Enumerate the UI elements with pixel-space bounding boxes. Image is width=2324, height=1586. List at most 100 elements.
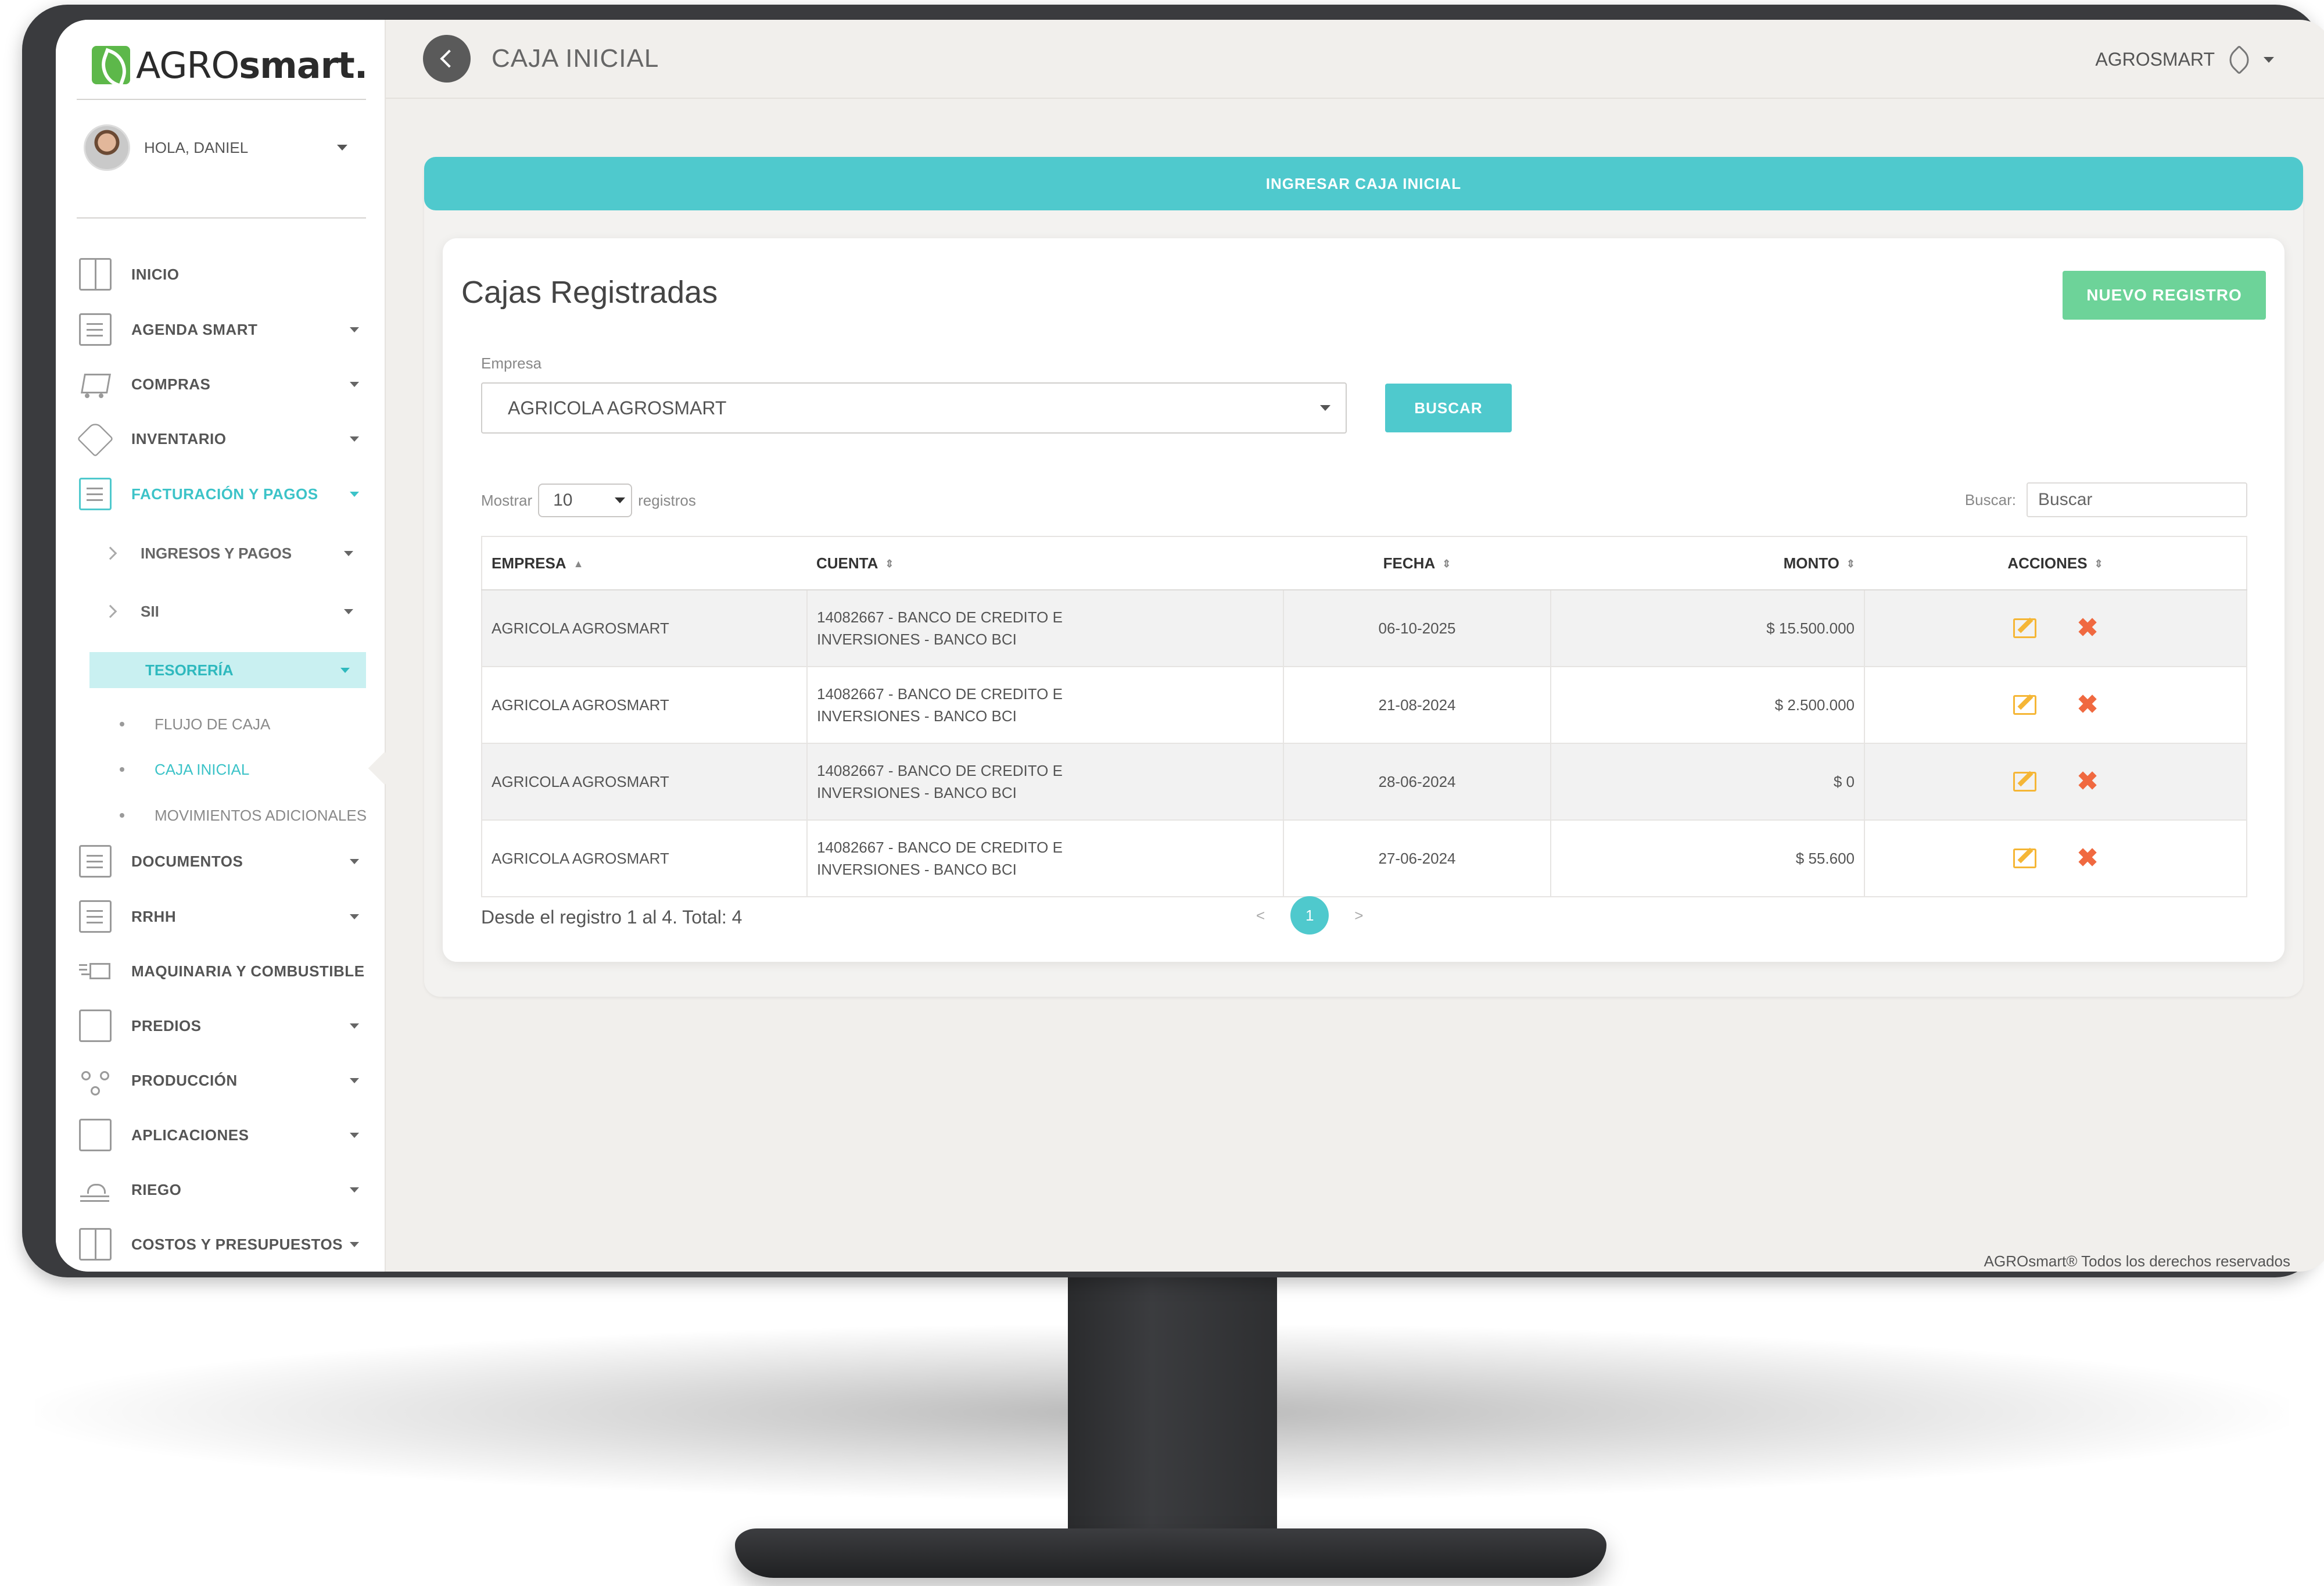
leaf-logo-icon	[92, 46, 130, 84]
chevron-down-icon	[344, 608, 353, 614]
sidebar-leaf-caja-inicial[interactable]: CAJA INICIAL	[120, 757, 249, 782]
chevron-down-icon	[350, 1132, 359, 1138]
sidebar-divider	[77, 99, 366, 100]
cart-icon	[79, 368, 112, 400]
chevron-down-icon	[350, 1077, 359, 1083]
cell-monto: $ 55.600	[1551, 820, 1865, 897]
topbar: CAJA INICIAL AGROSMART	[386, 20, 2324, 99]
pagination-prev[interactable]: <	[1256, 907, 1265, 925]
sidebar-item-compras[interactable]: COMPRAS	[79, 367, 370, 402]
ingresar-caja-inicial-button[interactable]: INGRESAR CAJA INICIAL	[424, 157, 2303, 210]
delete-icon[interactable]: ✖	[2077, 692, 2099, 718]
sidebar-item-maquinaria-y-combustible[interactable]: MAQUINARIA Y COMBUSTIBLE	[79, 954, 370, 989]
table-row: AGRICOLA AGROSMART 14082667 - BANCO DE C…	[482, 743, 2247, 821]
sidebar-item-label: DOCUMENTOS	[131, 852, 243, 870]
delete-icon[interactable]: ✖	[2077, 769, 2099, 794]
page-length-select[interactable]: 10	[538, 484, 633, 517]
sidebar-item-costos-y-presupuestos[interactable]: COSTOS Y PRESUPUESTOS	[79, 1227, 370, 1262]
pagination-page[interactable]: 1	[1290, 896, 1329, 935]
ruler-icon	[79, 1228, 112, 1261]
buscar-button[interactable]: BUSCAR	[1385, 384, 1512, 432]
sidebar-leaf-flujo-de-caja[interactable]: FLUJO DE CAJA	[120, 711, 270, 737]
column-header-cuenta[interactable]: CUENTA ⇕	[807, 536, 1283, 590]
chevron-down-icon	[344, 550, 353, 556]
sidebar-item-label: COMPRAS	[131, 375, 211, 393]
column-header-fecha[interactable]: FECHA ⇕	[1283, 536, 1551, 590]
chevron-down-icon	[350, 1187, 359, 1193]
avatar	[84, 124, 130, 171]
chevron-down-icon	[1320, 405, 1330, 411]
chevron-down-icon	[350, 381, 359, 387]
sidebar-item-inventario[interactable]: INVENTARIO	[77, 420, 370, 457]
search-input[interactable]	[2027, 482, 2247, 517]
sidebar-item-aplicaciones[interactable]: APLICACIONES	[79, 1118, 370, 1152]
empresa-select[interactable]: AGRICOLA AGROSMART	[481, 382, 1347, 434]
column-header-empresa[interactable]: EMPRESA ▲	[482, 536, 807, 590]
sidebar-item-label: FACTURACIÓN Y PAGOS	[131, 485, 318, 503]
sidebar-subitem-tesoreria[interactable]: TESORERÍA	[89, 652, 366, 688]
records-label: registros	[638, 491, 696, 509]
nuevo-registro-button[interactable]: NUEVO REGISTRO	[2063, 271, 2266, 320]
sidebar-item-agenda-smart[interactable]: AGENDA SMART	[79, 312, 370, 347]
delete-icon[interactable]: ✖	[2077, 615, 2099, 641]
monitor-stand-base	[735, 1528, 1606, 1578]
sidebar-item-rrhh[interactable]: RRHH	[79, 899, 370, 934]
edit-icon[interactable]	[2013, 618, 2036, 638]
delete-icon[interactable]: ✖	[2077, 846, 2099, 871]
sidebar-leaf-movimientos-adicionales[interactable]: MOVIMIENTOS ADICIONALES	[120, 803, 367, 828]
table-header-row: EMPRESA ▲ CUENTA ⇕ FECHA ⇕ MONTO ⇕ ACCIONES ⇕	[482, 536, 2247, 590]
back-button[interactable]	[423, 35, 471, 83]
cell-acciones: ✖	[1864, 590, 2247, 667]
map-icon	[79, 1009, 112, 1042]
sidebar-item-riego[interactable]: RIEGO	[79, 1172, 370, 1207]
sidebar-subitem-ingresos-y-pagos[interactable]: INGRESOS Y PAGOS	[102, 537, 370, 570]
truck-icon	[79, 955, 112, 987]
sidebar-item-label: INVENTARIO	[131, 429, 227, 447]
sidebar-subitem-label: SII	[141, 602, 159, 620]
cajas-table: EMPRESA ▲ CUENTA ⇕ FECHA ⇕ MONTO ⇕ ACCIONES ⇕…	[481, 536, 2247, 897]
cajas-registradas-card: Cajas Registradas NUEVO REGISTRO Empresa…	[443, 238, 2284, 962]
cell-empresa: AGRICOLA AGROSMART	[482, 743, 808, 821]
cell-cuenta: 14082667 - BANCO DE CREDITO E INVERSIONES…	[807, 590, 1284, 667]
edit-icon[interactable]	[2013, 849, 2036, 868]
card-title: Cajas Registradas	[461, 275, 718, 310]
sidebar-item-label: AGENDA SMART	[131, 320, 258, 338]
id-card-icon	[79, 900, 112, 933]
chevron-down-icon	[350, 327, 359, 332]
sidebar-item-inicio[interactable]: INICIO	[79, 257, 370, 292]
agrosmart-logo[interactable]: AGROsmart.	[92, 42, 368, 88]
sidebar-item-predios[interactable]: PREDIOS	[79, 1008, 370, 1043]
sidebar-item-label: COSTOS Y PRESUPUESTOS	[131, 1235, 343, 1253]
sidebar-item-produccion[interactable]: PRODUCCIÓN	[79, 1063, 370, 1098]
page-length-control: Mostrar 10 registros	[481, 484, 696, 517]
account-menu[interactable]: AGROSMART	[2095, 45, 2274, 74]
logo-text: AGROsmart.	[136, 44, 368, 87]
chevron-right-icon	[103, 546, 117, 560]
network-icon	[79, 1064, 112, 1097]
chevron-right-icon	[103, 604, 117, 618]
cell-fecha: 28-06-2024	[1283, 743, 1551, 821]
sidebar-item-documentos[interactable]: DOCUMENTOS	[79, 844, 370, 879]
sidebar-item-facturacion-y-pagos[interactable]: FACTURACIÓN Y PAGOS	[79, 477, 370, 511]
chevron-down-icon	[340, 667, 350, 673]
sidebar-item-label: RIEGO	[131, 1180, 182, 1198]
user-menu[interactable]: HOLA, DANIEL	[84, 123, 363, 172]
edit-icon[interactable]	[2013, 772, 2036, 792]
cell-acciones: ✖	[1864, 667, 2247, 744]
cell-cuenta: 14082667 - BANCO DE CREDITO E INVERSIONES…	[807, 743, 1284, 821]
column-header-monto[interactable]: MONTO ⇕	[1551, 536, 1864, 590]
app-screen: AGROsmart. HOLA, DANIEL INICIO AGENDA SM…	[56, 20, 2324, 1272]
monitor-stand-neck	[1068, 1267, 1277, 1546]
cell-acciones: ✖	[1864, 820, 2247, 897]
column-header-acciones[interactable]: ACCIONES ⇕	[1864, 536, 2247, 590]
chevron-down-icon	[2264, 56, 2274, 63]
table-search: Buscar:	[1965, 482, 2247, 517]
cell-fecha: 06-10-2025	[1283, 590, 1551, 667]
sidebar-subitem-sii[interactable]: SII	[102, 595, 370, 628]
cell-fecha: 27-06-2024	[1283, 820, 1551, 897]
pagination-next[interactable]: >	[1354, 907, 1363, 925]
sidebar-item-label: PREDIOS	[131, 1016, 202, 1034]
account-name: AGROSMART	[2095, 49, 2215, 70]
edit-icon[interactable]	[2013, 695, 2036, 715]
table-row: AGRICOLA AGROSMART 14082667 - BANCO DE C…	[482, 820, 2247, 897]
